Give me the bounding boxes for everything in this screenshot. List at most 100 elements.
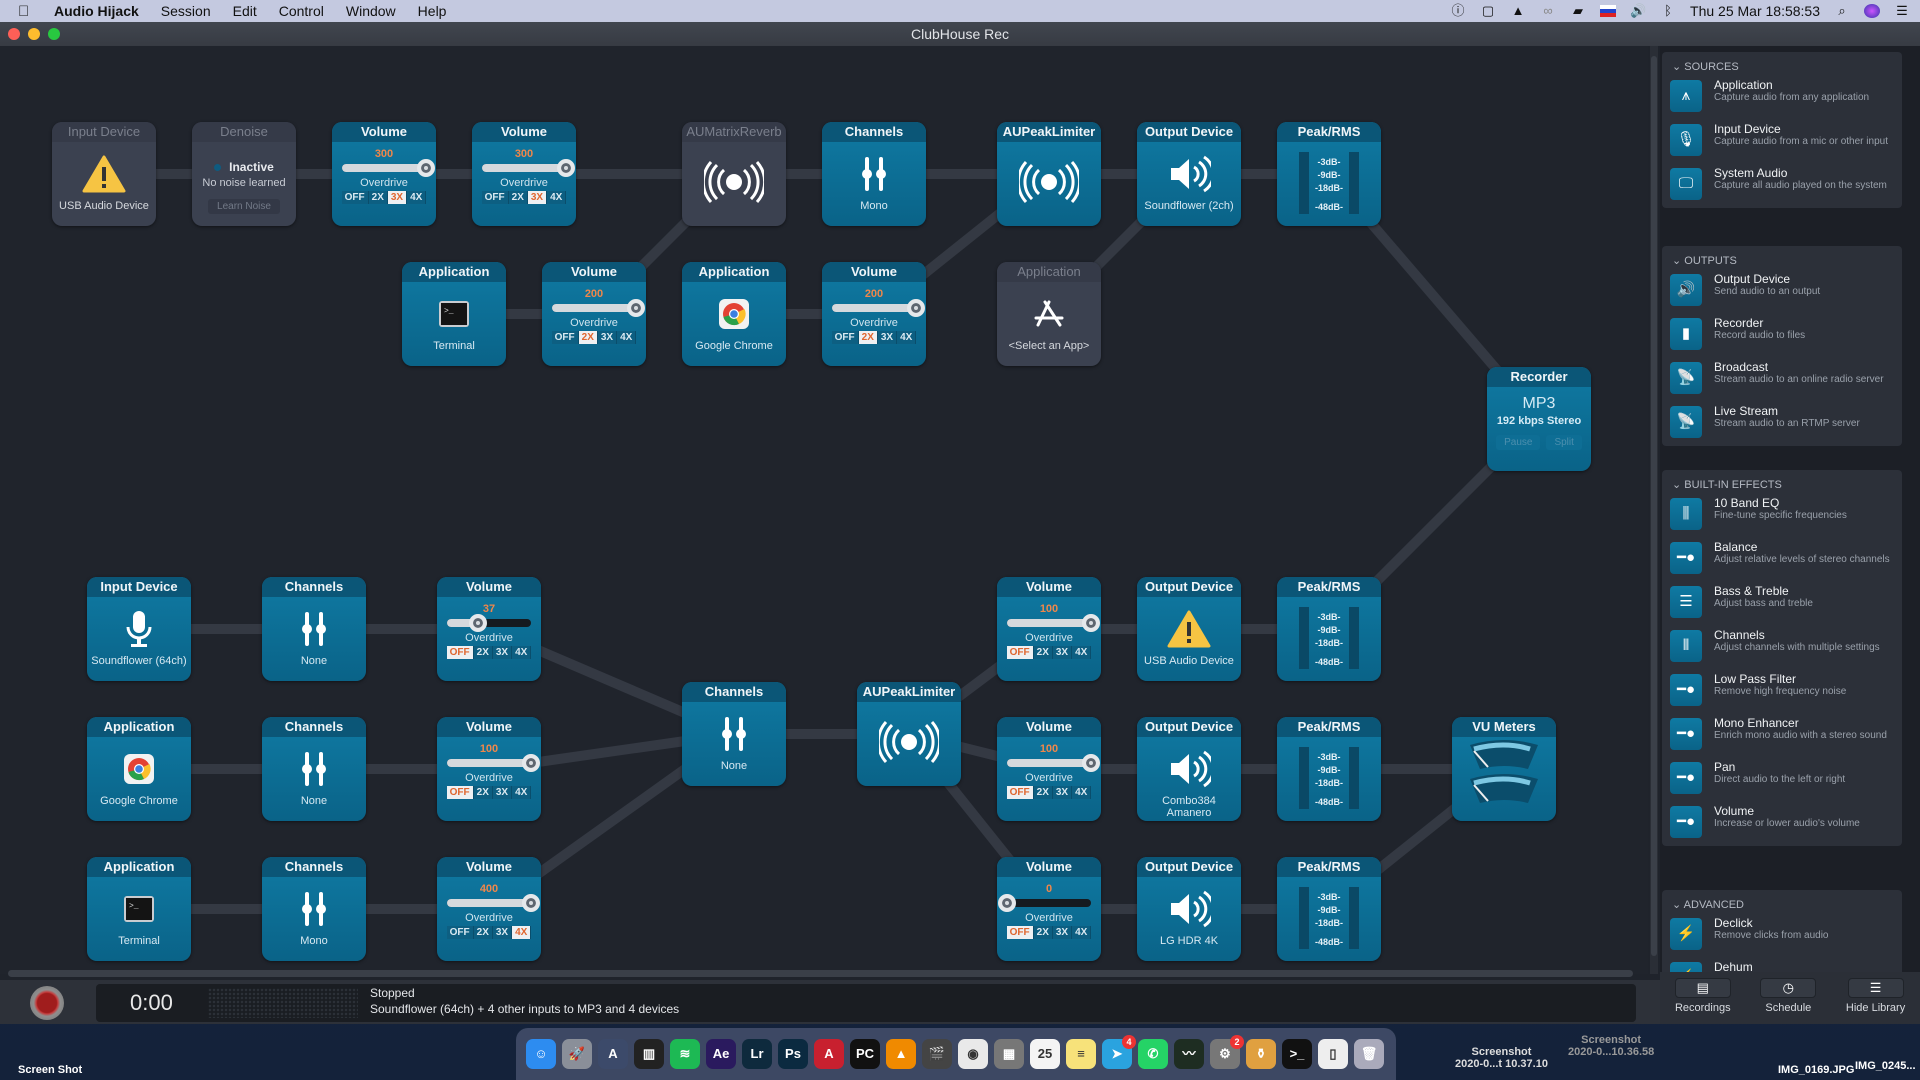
list-icon[interactable]: ☰ xyxy=(1894,4,1910,18)
volume-slider[interactable] xyxy=(1007,614,1100,632)
schedule-button[interactable]: ◷ Schedule xyxy=(1760,978,1817,1014)
library-item-system-audio[interactable]: 🖵 System Audio Capture all audio played … xyxy=(1662,164,1902,208)
overdrive-2x-button[interactable]: 2X xyxy=(473,926,493,939)
application-block[interactable]: Application >_ Terminal xyxy=(402,262,506,366)
info-circle-icon[interactable]: ⓘ xyxy=(1450,4,1466,18)
desktop-file-label[interactable]: Screenshot 2020-0...t 10.37.10 xyxy=(1455,1046,1548,1070)
overdrive-4x-button[interactable]: 4X xyxy=(547,191,567,204)
overdrive-3x-button[interactable]: 3X xyxy=(492,646,513,659)
dock-spotify[interactable]: ≋ xyxy=(670,1039,700,1069)
aupeaklimiter-block[interactable]: AUPeakLimiter xyxy=(997,122,1101,226)
volume-block[interactable]: Volume 100 Overdrive OFF 2X 3X 4X xyxy=(997,577,1101,681)
slider-knob[interactable] xyxy=(522,754,540,772)
input-device-block[interactable]: Input Device USB Audio Device xyxy=(52,122,156,226)
square-icon[interactable]: ▢ xyxy=(1480,4,1496,18)
volume-icon[interactable]: 🔊 xyxy=(1630,4,1646,18)
slider-knob[interactable] xyxy=(417,159,435,177)
channels-block[interactable]: Channels None xyxy=(682,682,786,786)
overdrive-4x-button[interactable]: 4X xyxy=(512,646,532,659)
slider-knob[interactable] xyxy=(627,299,645,317)
library-item-mono-enhancer[interactable]: ━● Mono Enhancer Enrich mono audio with … xyxy=(1662,714,1902,758)
volume-slider[interactable] xyxy=(447,614,531,632)
output-device-block[interactable]: Output Device Combo384 Amanero xyxy=(1137,717,1241,821)
volume-slider[interactable] xyxy=(832,299,925,317)
overdrive-4x-button[interactable]: 4X xyxy=(512,786,532,799)
hide-library-button[interactable]: ☰ Hide Library xyxy=(1846,978,1905,1014)
slider-knob[interactable] xyxy=(557,159,575,177)
slider-knob[interactable] xyxy=(469,614,488,632)
recorder-block[interactable]: Recorder MP3 192 kbps Stereo Pause Split xyxy=(1487,367,1591,471)
close-window-button[interactable] xyxy=(8,28,20,40)
overdrive-3x-button[interactable]: 3X xyxy=(597,331,618,344)
overdrive-off-button[interactable]: OFF xyxy=(1006,786,1034,799)
dock-chrome[interactable]: ◉ xyxy=(958,1039,988,1069)
library-item-channels[interactable]: ⫴ Channels Adjust channels with multiple… xyxy=(1662,626,1902,670)
dock-trash[interactable]: 🗑 xyxy=(1354,1039,1384,1069)
overdrive-4x-button[interactable]: 4X xyxy=(1072,926,1092,939)
overdrive-4x-button[interactable]: 4X xyxy=(897,331,917,344)
desktop-file-label[interactable]: Screenshot 2020-0...10.36.58 xyxy=(1568,1034,1654,1058)
section-header[interactable]: ⌄ SOURCES xyxy=(1662,52,1902,76)
overdrive-2x-button[interactable]: 2X xyxy=(1033,786,1053,799)
dock-calendar[interactable]: 25 xyxy=(1030,1039,1060,1069)
library-item-broadcast[interactable]: 📡 Broadcast Stream audio to an online ra… xyxy=(1662,358,1902,402)
peak-rms-block[interactable]: Peak/RMS -3dB- -9dB- -18dB- -48dB- xyxy=(1277,857,1381,961)
overdrive-4x-button[interactable]: 4X xyxy=(1072,786,1092,799)
overdrive-2x-button[interactable]: 2X xyxy=(578,331,598,344)
vlc-icon[interactable]: ▲ xyxy=(1510,4,1526,18)
overdrive-3x-button[interactable]: 3X xyxy=(492,786,513,799)
output-device-block[interactable]: Output Device USB Audio Device xyxy=(1137,577,1241,681)
overdrive-off-button[interactable]: OFF xyxy=(481,191,509,204)
channels-block[interactable]: Channels None xyxy=(262,717,366,821)
overdrive-4x-button[interactable]: 4X xyxy=(512,926,532,939)
overdrive-3x-button[interactable]: 3X xyxy=(877,331,898,344)
volume-slider[interactable] xyxy=(447,894,540,912)
volume-slider[interactable] xyxy=(342,159,435,177)
dock-calculator[interactable]: ▦ xyxy=(994,1039,1024,1069)
overdrive-3x-button[interactable]: 3X xyxy=(1052,926,1073,939)
vu-meters-block[interactable]: VU Meters xyxy=(1452,717,1556,821)
denoise-block[interactable]: Denoise Inactive No noise learned Learn N… xyxy=(192,122,296,226)
library-item-bass-treble[interactable]: ☰ Bass & Treble Adjust bass and treble xyxy=(1662,582,1902,626)
volume-block[interactable]: Volume 200 Overdrive OFF 2X 3X 4X xyxy=(822,262,926,366)
zoom-window-button[interactable] xyxy=(48,28,60,40)
dock-finder[interactable]: ☺ xyxy=(526,1039,556,1069)
library-item-declick[interactable]: ⚡ Declick Remove clicks from audio xyxy=(1662,914,1902,958)
aumatrixreverb-block[interactable]: AUMatrixReverb xyxy=(682,122,786,226)
dock-vlc[interactable]: ▲ xyxy=(886,1039,916,1069)
split-button[interactable]: Split xyxy=(1546,435,1582,450)
volume-block[interactable]: Volume 300 Overdrive OFF 2X 3X 4X xyxy=(332,122,436,226)
aupeaklimiter-block[interactable]: AUPeakLimiter xyxy=(857,682,961,786)
volume-slider[interactable] xyxy=(1007,754,1100,772)
volume-slider[interactable] xyxy=(447,754,540,772)
channels-block[interactable]: Channels Mono xyxy=(262,857,366,961)
pause-button[interactable]: Pause xyxy=(1496,435,1541,450)
dock-deezer[interactable]: ▥ xyxy=(634,1039,664,1069)
volume-block[interactable]: Volume 100 Overdrive OFF 2X 3X 4X xyxy=(437,717,541,821)
overdrive-4x-button[interactable]: 4X xyxy=(407,191,427,204)
peak-rms-block[interactable]: Peak/RMS -3dB- -9dB- -18dB- -48dB- xyxy=(1277,122,1381,226)
volume-slider[interactable] xyxy=(552,299,645,317)
dock-launchpad[interactable]: 🚀 xyxy=(562,1039,592,1069)
volume-block[interactable]: Volume 100 Overdrive OFF 2X 3X 4X xyxy=(997,717,1101,821)
volume-slider[interactable] xyxy=(482,159,575,177)
overdrive-off-button[interactable]: OFF xyxy=(446,786,474,799)
desktop-file-label[interactable]: IMG_0169.JPG xyxy=(1778,1064,1854,1076)
learn-noise-button[interactable]: Learn Noise xyxy=(208,199,280,214)
slider-knob[interactable] xyxy=(522,894,540,912)
overdrive-3x-button[interactable]: 3X xyxy=(492,926,513,939)
library-item-low-pass-filter[interactable]: ━● Low Pass Filter Remove high frequency… xyxy=(1662,670,1902,714)
channels-block[interactable]: Channels None xyxy=(262,577,366,681)
dock-terminal[interactable]: >_ xyxy=(1282,1039,1312,1069)
dock-affinity[interactable]: A xyxy=(598,1039,628,1069)
search-icon[interactable]: ⌕ xyxy=(1834,4,1850,18)
slider-knob[interactable] xyxy=(907,299,925,317)
dock-photoshop[interactable]: Ps xyxy=(778,1039,808,1069)
application-block[interactable]: Application <Select an App> xyxy=(997,262,1101,366)
dock-pycharm[interactable]: PC xyxy=(850,1039,880,1069)
record-button[interactable] xyxy=(30,986,64,1020)
overdrive-off-button[interactable]: OFF xyxy=(341,191,369,204)
slider-knob[interactable] xyxy=(1082,754,1100,772)
input-device-block[interactable]: Input Device Soundflower (64ch) xyxy=(87,577,191,681)
library-item-volume[interactable]: ━● Volume Increase or lower audio's volu… xyxy=(1662,802,1902,846)
